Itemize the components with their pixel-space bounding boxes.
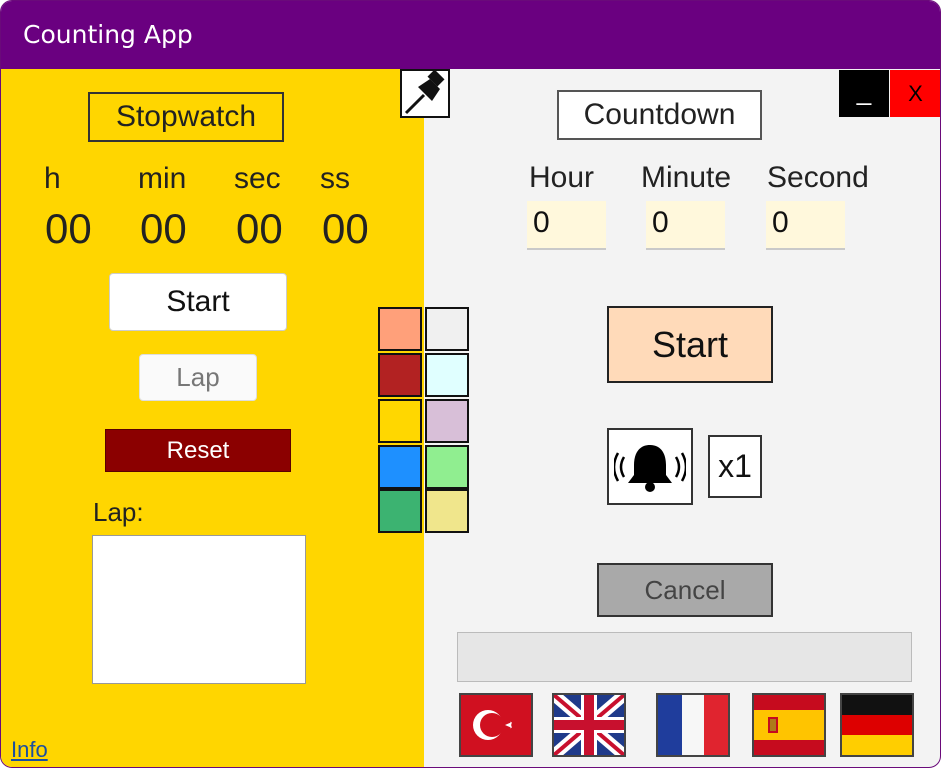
spain-flag-icon <box>754 695 824 755</box>
swatch-firebrick[interactable] <box>378 353 422 397</box>
alarm-sound-button[interactable] <box>607 428 693 505</box>
hours-value: 00 <box>45 205 92 252</box>
swatch-khaki[interactable] <box>425 489 469 533</box>
germany-flag-icon <box>842 695 912 755</box>
minute-input[interactable]: 0 <box>646 201 725 250</box>
spain-flag-button[interactable] <box>752 693 826 757</box>
lap-button[interactable]: Lap <box>139 354 257 401</box>
turkey-flag-icon <box>461 695 531 755</box>
hour-label: Hour <box>529 161 595 194</box>
turkey-flag-button[interactable] <box>459 693 533 757</box>
second-input[interactable]: 0 <box>766 201 845 250</box>
reset-button[interactable]: Reset <box>105 429 291 472</box>
uk-flag-button[interactable] <box>552 693 626 757</box>
swatch-light-cyan[interactable] <box>425 353 469 397</box>
repeat-multiplier-button[interactable]: x1 <box>708 435 762 498</box>
unit-hours-label: h <box>44 162 61 195</box>
countdown-start-button[interactable]: Start <box>607 306 773 383</box>
swatch-light-green[interactable] <box>425 445 469 489</box>
swatch-gold[interactable] <box>378 399 422 443</box>
pin-button[interactable] <box>400 69 450 118</box>
uk-flag-icon <box>554 695 624 755</box>
stopwatch-panel: Stopwatch h min sec ss 00 00 00 00 Start… <box>1 69 424 767</box>
minimize-button[interactable]: _ <box>839 70 889 117</box>
minute-label: Minute <box>641 161 732 194</box>
laps-title: Lap: <box>93 497 144 527</box>
germany-flag-button[interactable] <box>840 693 914 757</box>
swatch-light-salmon[interactable] <box>378 307 422 351</box>
france-flag-button[interactable] <box>656 693 730 757</box>
laps-list[interactable] <box>92 535 306 684</box>
bell-icon <box>614 444 686 492</box>
unit-seconds-label: sec <box>234 162 281 195</box>
swatch-light-gray[interactable] <box>425 307 469 351</box>
second-label: Second <box>767 161 869 194</box>
window-title: Counting App <box>23 20 193 49</box>
swatch-sea-green[interactable] <box>378 489 422 533</box>
unit-subseconds-label: ss <box>320 162 350 195</box>
hour-input[interactable]: 0 <box>527 201 606 250</box>
cancel-button[interactable]: Cancel <box>597 563 773 617</box>
seconds-value: 00 <box>236 205 283 252</box>
countdown-progress-bar <box>457 632 912 682</box>
stopwatch-title: Stopwatch <box>88 92 284 142</box>
close-button[interactable]: X <box>890 70 940 117</box>
app-window: Counting App Stopwatch h min sec ss 00 0… <box>0 0 941 768</box>
info-link[interactable]: Info <box>11 737 48 763</box>
stopwatch-start-button[interactable]: Start <box>109 273 287 331</box>
pin-icon <box>404 69 445 115</box>
france-flag-icon <box>658 695 728 755</box>
unit-minutes-label: min <box>138 162 187 195</box>
title-bar: Counting App <box>1 1 940 69</box>
minutes-value: 00 <box>140 205 187 252</box>
swatch-dodger-blue[interactable] <box>378 445 422 489</box>
countdown-title: Countdown <box>557 90 762 140</box>
swatch-thistle[interactable] <box>425 399 469 443</box>
subseconds-value: 00 <box>322 205 369 252</box>
